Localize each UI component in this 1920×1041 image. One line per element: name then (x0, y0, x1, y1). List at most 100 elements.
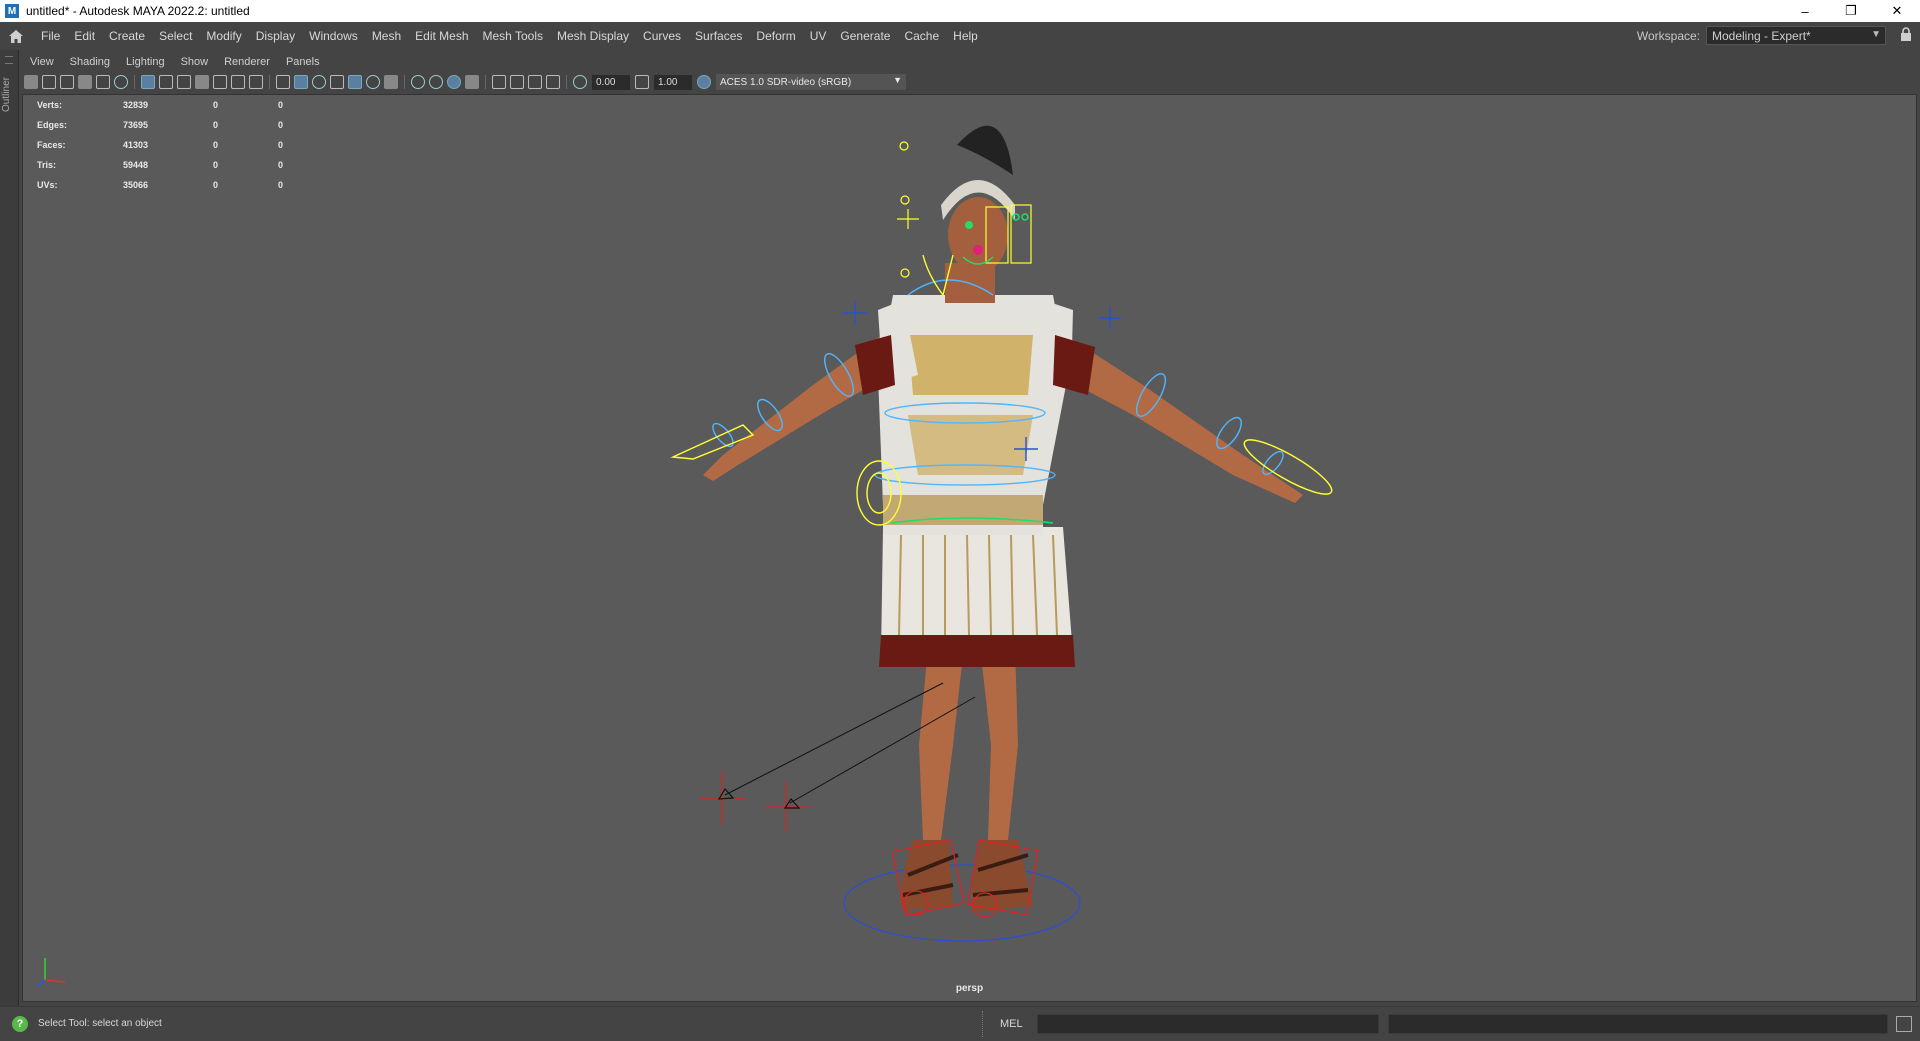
menu-curves[interactable]: Curves (636, 29, 688, 43)
scene-render (670, 125, 1333, 942)
hud-value: 32839 (123, 100, 149, 110)
maya-logo-icon: M (5, 4, 19, 18)
script-editor-icon[interactable] (1896, 1016, 1912, 1032)
view-transform-dropdown[interactable]: ACES 1.0 SDR-video (sRGB) ▼ (716, 74, 906, 90)
shadows-icon[interactable] (384, 75, 398, 89)
menu-create[interactable]: Create (102, 29, 152, 43)
title-bar: M untitled* - Autodesk MAYA 2022.2: unti… (0, 0, 1920, 22)
grease-pencil-icon[interactable] (114, 75, 128, 89)
gamma-field[interactable]: 1.00 (654, 74, 692, 90)
panel-menu-lighting[interactable]: Lighting (118, 56, 173, 68)
xray-icon[interactable] (510, 75, 524, 89)
hud-label: Verts: (37, 100, 63, 110)
wireframe-icon[interactable] (276, 75, 290, 89)
panel-menu-view[interactable]: View (22, 56, 62, 68)
menu-surfaces[interactable]: Surfaces (688, 29, 749, 43)
menu-select[interactable]: Select (152, 29, 199, 43)
anti-aliasing-icon[interactable] (447, 75, 461, 89)
hud-value: 0 (278, 160, 284, 170)
resolution-gate-icon[interactable] (177, 75, 191, 89)
hud-value: 0 (213, 120, 219, 130)
menu-modify[interactable]: Modify (199, 29, 248, 43)
toolbar-divider (485, 75, 486, 89)
bookmarks-icon[interactable] (60, 75, 74, 89)
menu-display[interactable]: Display (249, 29, 302, 43)
toolbar-divider (134, 75, 135, 89)
isolate-select-icon[interactable] (492, 75, 506, 89)
menu-cache[interactable]: Cache (897, 29, 946, 43)
safe-action-icon[interactable] (231, 75, 245, 89)
select-camera-icon[interactable] (24, 75, 38, 89)
menu-deform[interactable]: Deform (749, 29, 802, 43)
lights-icon[interactable] (366, 75, 380, 89)
hud-value: 0 (213, 100, 219, 110)
lock-icon[interactable] (1900, 27, 1912, 44)
panel-menu-renderer[interactable]: Renderer (216, 56, 278, 68)
menu-help[interactable]: Help (946, 29, 985, 43)
help-line: ? Select Tool: select an object MEL (0, 1006, 1920, 1041)
question-icon[interactable]: ? (12, 1016, 28, 1032)
exposure-field[interactable]: 0.00 (592, 74, 630, 90)
hud-value: 0 (213, 140, 219, 150)
view-transform-value: ACES 1.0 SDR-video (sRGB) (720, 76, 852, 88)
window-title: untitled* - Autodesk MAYA 2022.2: untitl… (26, 4, 250, 18)
hud-value: 35066 (123, 180, 149, 190)
textured-icon[interactable] (348, 75, 362, 89)
motion-blur-icon[interactable] (429, 75, 443, 89)
toolbar-divider (566, 75, 567, 89)
film-gate-icon[interactable] (159, 75, 173, 89)
workspace-selector: Workspace: Modeling - Expert* ▼ (1637, 26, 1886, 45)
smooth-shade-icon[interactable] (294, 75, 308, 89)
image-plane-icon[interactable] (78, 75, 92, 89)
grid-icon[interactable] (141, 75, 155, 89)
hud-value: 0 (278, 120, 284, 130)
outliner-side-tab[interactable]: Outliner (0, 50, 19, 1010)
safe-title-icon[interactable] (249, 75, 263, 89)
exposure-icon[interactable] (573, 75, 587, 89)
main-menu-bar: File Edit Create Select Modify Display W… (0, 22, 1920, 50)
script-language-toggle[interactable]: MEL (1000, 1018, 1023, 1030)
menu-uv[interactable]: UV (803, 29, 834, 43)
workspace-value: Modeling - Expert* (1712, 28, 1811, 43)
ambient-occlusion-icon[interactable] (411, 75, 425, 89)
menu-windows[interactable]: Windows (302, 29, 365, 43)
command-line-input[interactable] (1037, 1014, 1379, 1034)
panel-menu-shading[interactable]: Shading (62, 56, 118, 68)
depth-of-field-icon[interactable] (465, 75, 479, 89)
toolbar-divider (404, 75, 405, 89)
menu-mesh-display[interactable]: Mesh Display (550, 29, 636, 43)
gate-mask-icon[interactable] (195, 75, 209, 89)
menu-generate[interactable]: Generate (833, 29, 897, 43)
hud-row: Faces: 41303 0 0 (37, 135, 283, 155)
minimize-button[interactable]: – (1782, 0, 1828, 22)
hud-label: Edges: (37, 120, 68, 130)
panel-menu-panels[interactable]: Panels (278, 56, 328, 68)
workspace-dropdown[interactable]: Modeling - Expert* ▼ (1706, 26, 1886, 45)
hud-value: 0 (213, 160, 219, 170)
xray-active-components-icon[interactable] (528, 75, 542, 89)
field-chart-icon[interactable] (213, 75, 227, 89)
persp-viewport[interactable]: Verts: 32839 0 0 Edges: 73695 0 0 Faces:… (22, 94, 1917, 1002)
workspace-label: Workspace: (1636, 28, 1700, 43)
home-icon[interactable] (6, 26, 26, 46)
2d-pan-zoom-icon[interactable] (96, 75, 110, 89)
menu-mesh-tools[interactable]: Mesh Tools (476, 29, 550, 43)
menu-mesh[interactable]: Mesh (365, 29, 408, 43)
outliner-tab-label: Outliner (1, 76, 12, 112)
default-material-icon[interactable] (312, 75, 326, 89)
chevron-down-icon: ▼ (1871, 29, 1881, 40)
hud-row: Verts: 32839 0 0 (37, 95, 283, 115)
camera-attributes-icon[interactable] (42, 75, 56, 89)
menu-file[interactable]: File (34, 29, 67, 43)
restore-button[interactable]: ❐ (1828, 0, 1874, 22)
panel-menu-show[interactable]: Show (173, 56, 217, 68)
color-management-icon[interactable] (697, 75, 711, 89)
menu-edit-mesh[interactable]: Edit Mesh (408, 29, 475, 43)
hud-row: Edges: 73695 0 0 (37, 115, 283, 135)
menu-edit[interactable]: Edit (67, 29, 102, 43)
wireframe-on-shaded-icon[interactable] (330, 75, 344, 89)
close-button[interactable]: ✕ (1874, 0, 1920, 22)
gamma-icon[interactable] (635, 75, 649, 89)
xray-joints-icon[interactable] (546, 75, 560, 89)
hud-value: 73695 (123, 120, 149, 130)
